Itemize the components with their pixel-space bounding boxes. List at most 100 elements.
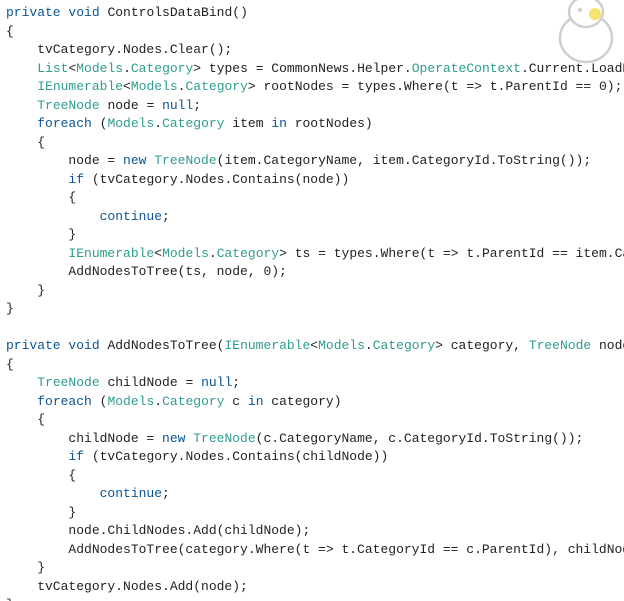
code-token bbox=[6, 375, 37, 390]
code-token: TreeNode bbox=[193, 431, 255, 446]
code-token: Category bbox=[131, 61, 193, 76]
code-token: IEnumerable bbox=[224, 338, 310, 353]
code-token: foreach bbox=[37, 116, 92, 131]
code-token: < bbox=[310, 338, 318, 353]
code-token bbox=[6, 98, 37, 113]
code-token: IEnumerable bbox=[68, 246, 154, 261]
code-token bbox=[6, 486, 100, 501]
code-token bbox=[6, 116, 37, 131]
code-token: < bbox=[123, 79, 131, 94]
code-token: } bbox=[6, 227, 76, 242]
code-token: Category bbox=[217, 246, 279, 261]
code-token: ( bbox=[92, 116, 108, 131]
code-token: ; bbox=[162, 486, 170, 501]
code-token: AddNodesToTree( bbox=[100, 338, 225, 353]
code-token: IEnumerable bbox=[37, 79, 123, 94]
code-token: private bbox=[6, 338, 61, 353]
code-token: foreach bbox=[37, 394, 92, 409]
code-token: (c.CategoryName, c.CategoryId.ToString()… bbox=[256, 431, 584, 446]
code-token: rootNodes) bbox=[287, 116, 373, 131]
code-token: Models bbox=[318, 338, 365, 353]
code-token: category) bbox=[264, 394, 342, 409]
code-token bbox=[6, 246, 68, 261]
code-token: List bbox=[37, 61, 68, 76]
code-token: null bbox=[201, 375, 232, 390]
code-token bbox=[6, 61, 37, 76]
code-token: Category bbox=[162, 116, 224, 131]
code-token: { bbox=[6, 412, 45, 427]
code-token: Models bbox=[107, 116, 154, 131]
code-token: Category bbox=[373, 338, 435, 353]
code-token: } bbox=[6, 505, 76, 520]
code-token: > category, bbox=[435, 338, 529, 353]
code-token: } bbox=[6, 560, 45, 575]
code-token: . bbox=[209, 246, 217, 261]
code-token: > ts = types.Where(t => t.ParentId == it… bbox=[279, 246, 624, 261]
code-token: { bbox=[6, 357, 14, 372]
code-token: > rootNodes = types.Where(t => t.ParentI… bbox=[248, 79, 622, 94]
code-token: (tvCategory.Nodes.Contains(node)) bbox=[84, 172, 349, 187]
code-token: continue bbox=[100, 209, 162, 224]
code-token: tvCategory.Nodes.Add(node); bbox=[6, 579, 248, 594]
code-token: . bbox=[154, 116, 162, 131]
code-token: Models bbox=[107, 394, 154, 409]
code-token: { bbox=[6, 190, 76, 205]
code-token: tvCategory.Nodes.Clear(); bbox=[6, 42, 232, 57]
code-token: OperateContext bbox=[412, 61, 521, 76]
code-token: continue bbox=[100, 486, 162, 501]
code-token: { bbox=[6, 24, 14, 39]
code-token: new bbox=[162, 431, 185, 446]
code-token: node.ChildNodes.Add(childNode); bbox=[6, 523, 310, 538]
code-token: { bbox=[6, 135, 45, 150]
code-token: item bbox=[224, 116, 271, 131]
code-token: AddNodesToTree(ts, node, 0); bbox=[6, 264, 287, 279]
code-token bbox=[6, 394, 37, 409]
code-token: Category bbox=[162, 394, 224, 409]
code-token: void bbox=[68, 5, 99, 20]
code-token: if bbox=[68, 449, 84, 464]
code-token bbox=[6, 172, 68, 187]
code-token: { bbox=[6, 468, 76, 483]
code-token: . bbox=[123, 61, 131, 76]
code-token: ControlsDataBind() bbox=[100, 5, 248, 20]
code-token: node = bbox=[6, 153, 123, 168]
code-token: TreeNode bbox=[37, 375, 99, 390]
code-token: ; bbox=[193, 98, 201, 113]
code-token: . bbox=[154, 394, 162, 409]
code-token: TreeNode bbox=[37, 98, 99, 113]
code-token: Models bbox=[131, 79, 178, 94]
code-token: new bbox=[123, 153, 146, 168]
code-token: null bbox=[162, 98, 193, 113]
code-token: Models bbox=[76, 61, 123, 76]
code-token: node = bbox=[100, 98, 162, 113]
code-token: void bbox=[68, 338, 99, 353]
code-token: TreeNode bbox=[154, 153, 216, 168]
code-token: .Current.LoadNewsTypes(); bbox=[521, 61, 624, 76]
code-token: node, bbox=[591, 338, 624, 353]
code-token: childNode = bbox=[100, 375, 201, 390]
code-token: Models bbox=[162, 246, 209, 261]
code-token: . bbox=[365, 338, 373, 353]
code-token: if bbox=[68, 172, 84, 187]
code-token: } bbox=[6, 283, 45, 298]
code-token: AddNodesToTree(category.Where(t => t.Cat… bbox=[6, 542, 624, 557]
code-block: private void ControlsDataBind() { tvCate… bbox=[0, 0, 624, 601]
code-token: ; bbox=[232, 375, 240, 390]
code-token bbox=[6, 79, 37, 94]
code-token: < bbox=[154, 246, 162, 261]
code-token: TreeNode bbox=[529, 338, 591, 353]
code-token: > types = CommonNews.Helper. bbox=[193, 61, 411, 76]
code-token bbox=[6, 209, 100, 224]
code-token bbox=[6, 449, 68, 464]
code-token: childNode = bbox=[6, 431, 162, 446]
code-token: in bbox=[271, 116, 287, 131]
code-token: (item.CategoryName, item.CategoryId.ToSt… bbox=[217, 153, 591, 168]
code-token: ; bbox=[162, 209, 170, 224]
code-token: c bbox=[224, 394, 247, 409]
code-token: ( bbox=[92, 394, 108, 409]
code-token: in bbox=[248, 394, 264, 409]
code-token: } bbox=[6, 301, 14, 316]
code-token: } bbox=[6, 597, 14, 601]
code-token: (tvCategory.Nodes.Contains(childNode)) bbox=[84, 449, 388, 464]
code-token: private bbox=[6, 5, 61, 20]
